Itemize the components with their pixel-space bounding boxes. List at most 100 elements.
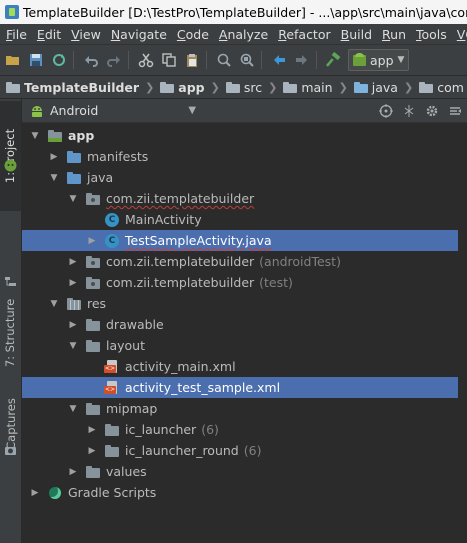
tree-row[interactable]: ▶ drawable xyxy=(22,314,460,335)
chevron-down-icon[interactable]: ▼ xyxy=(188,105,196,116)
project-tool-tab-label: 1: Project xyxy=(3,128,18,184)
expand-toggle-open-icon[interactable]: ▼ xyxy=(48,172,60,184)
tree-row-label: manifests xyxy=(87,149,149,164)
expand-toggle-closed-icon[interactable]: ▶ xyxy=(48,151,60,163)
tree-row[interactable]: ▶ TestSampleActivity.java xyxy=(22,230,460,251)
tree-row[interactable]: ▼ com.zii.templatebuilder xyxy=(22,188,460,209)
tree-row[interactable]: activity_main.xml xyxy=(22,356,460,377)
folder-icon xyxy=(283,81,298,93)
breadcrumb-label: main xyxy=(301,79,333,95)
redo-icon[interactable] xyxy=(104,50,124,70)
main-toolbar: app ▼ xyxy=(0,44,467,76)
breadcrumb-item-main[interactable]: main ❯ xyxy=(277,79,348,95)
scroll-from-source-icon[interactable] xyxy=(377,102,394,119)
expand-toggle-open-icon[interactable]: ▼ xyxy=(67,403,79,415)
expand-toggle-open-icon[interactable]: ▼ xyxy=(29,130,41,142)
back-icon[interactable] xyxy=(269,50,289,70)
xml-file-icon xyxy=(104,380,120,395)
menu-file[interactable]: File xyxy=(6,27,27,42)
tree-row[interactable]: ▼ layout xyxy=(22,335,460,356)
menu-view[interactable]: View xyxy=(71,27,101,42)
menu-vc[interactable]: VC xyxy=(457,27,467,42)
menu-code[interactable]: Code xyxy=(177,27,209,42)
folder-icon xyxy=(85,339,101,353)
tree-row-label: Gradle Scripts xyxy=(68,485,157,500)
package-icon xyxy=(85,276,101,290)
tree-scrollbar[interactable] xyxy=(458,123,467,543)
breadcrumb-item-java[interactable]: java ❯ xyxy=(348,80,413,95)
tree-row-label: com.zii.templatebuilder xyxy=(106,191,255,206)
expand-toggle-open-icon[interactable]: ▼ xyxy=(67,193,79,205)
folder-icon xyxy=(225,81,240,93)
tree-row-label: com.zii.templatebuilder xyxy=(106,254,255,269)
tree-row[interactable]: ▼ java xyxy=(22,167,460,188)
tree-row[interactable]: ▶ ic_launcher (6) xyxy=(22,419,460,440)
breadcrumb-item-src[interactable]: src ❯ xyxy=(220,80,277,95)
forward-icon[interactable] xyxy=(292,50,312,70)
menu-refactor[interactable]: Refactor xyxy=(278,27,330,42)
collapse-all-icon[interactable] xyxy=(400,102,417,119)
expand-toggle-closed-icon[interactable]: ▶ xyxy=(86,445,98,457)
window-titlebar: TemplateBuilder [D:\TestPro\TemplateBuil… xyxy=(0,0,467,24)
expand-toggle-closed-icon[interactable]: ▶ xyxy=(67,256,79,268)
tree-row[interactable]: ▶ Gradle Scripts xyxy=(22,482,460,503)
breadcrumb-item-app[interactable]: app ❯ xyxy=(154,80,220,95)
breadcrumb-item-templatebuilder[interactable]: TemplateBuilder ❯ xyxy=(0,80,154,95)
tree-row[interactable]: ▶ com.zii.templatebuilder (androidTest) xyxy=(22,251,460,272)
replace-icon[interactable] xyxy=(237,50,257,70)
menu-edit[interactable]: Edit xyxy=(37,27,61,42)
expand-toggle-closed-icon[interactable]: ▶ xyxy=(67,466,79,478)
tree-row[interactable]: MainActivity xyxy=(22,209,460,230)
expand-toggle-open-icon[interactable]: ▼ xyxy=(67,340,79,352)
folder-icon xyxy=(160,81,175,93)
paste-icon[interactable] xyxy=(182,50,202,70)
tree-row-label: app xyxy=(68,128,95,143)
breadcrumb-label: java xyxy=(371,79,398,95)
structure-tool-tab[interactable]: 7: Structure xyxy=(0,287,21,379)
tree-row[interactable]: ▼ res xyxy=(22,293,460,314)
menu-navigate[interactable]: Navigate xyxy=(111,27,167,42)
expand-toggle-closed-icon[interactable]: ▶ xyxy=(67,277,79,289)
expand-toggle-closed-icon[interactable]: ▶ xyxy=(86,235,98,247)
undo-icon[interactable] xyxy=(81,50,101,70)
open-folder-icon[interactable] xyxy=(3,50,23,70)
expand-toggle-closed-icon[interactable]: ▶ xyxy=(29,487,41,499)
project-view-select[interactable]: Android xyxy=(50,103,98,118)
menu-run[interactable]: Run xyxy=(382,27,406,42)
tree-row[interactable]: ▶ com.zii.templatebuilder (test) xyxy=(22,272,460,293)
structure-icon xyxy=(5,277,16,286)
hide-panel-icon[interactable] xyxy=(446,102,463,119)
breadcrumb-label: TemplateBuilder xyxy=(24,79,140,95)
tree-row[interactable]: ▶ ic_launcher_round (6) xyxy=(22,440,460,461)
settings-gear-icon[interactable] xyxy=(423,102,440,119)
tree-row[interactable]: ▼ app xyxy=(22,125,460,146)
expand-toggle-open-icon[interactable]: ▼ xyxy=(48,298,60,310)
folder-icon xyxy=(85,318,101,332)
tree-row-hint: (6) xyxy=(243,443,262,458)
cut-icon[interactable] xyxy=(136,50,156,70)
menu-build[interactable]: Build xyxy=(341,27,372,42)
tree-row-label: TestSampleActivity.java xyxy=(125,233,272,248)
tree-row[interactable]: ▼ mipmap xyxy=(22,398,460,419)
menu-analyze[interactable]: Analyze xyxy=(219,27,268,42)
find-icon[interactable] xyxy=(214,50,234,70)
expand-toggle-closed-icon[interactable]: ▶ xyxy=(67,319,79,331)
tree-row[interactable]: ▶ values xyxy=(22,461,460,482)
breadcrumb-item-com[interactable]: com❯ xyxy=(413,80,467,95)
menu-tools[interactable]: Tools xyxy=(416,27,447,42)
build-hammer-icon[interactable] xyxy=(324,50,344,70)
folder-icon xyxy=(6,81,20,93)
toolbar-separator xyxy=(316,51,317,69)
module-folder-icon xyxy=(47,129,63,143)
expand-toggle-closed-icon[interactable]: ▶ xyxy=(86,424,98,436)
tree-row[interactable]: activity_test_sample.xml xyxy=(22,377,460,398)
copy-icon[interactable] xyxy=(159,50,179,70)
chevron-down-icon: ▼ xyxy=(397,55,405,65)
sync-icon[interactable] xyxy=(49,50,69,70)
project-tool-tab[interactable]: 1: Project xyxy=(0,101,21,211)
class-icon xyxy=(104,212,120,227)
run-configuration-select[interactable]: app ▼ xyxy=(348,49,410,71)
tree-row[interactable]: ▶ manifests xyxy=(22,146,460,167)
save-icon[interactable] xyxy=(26,50,46,70)
